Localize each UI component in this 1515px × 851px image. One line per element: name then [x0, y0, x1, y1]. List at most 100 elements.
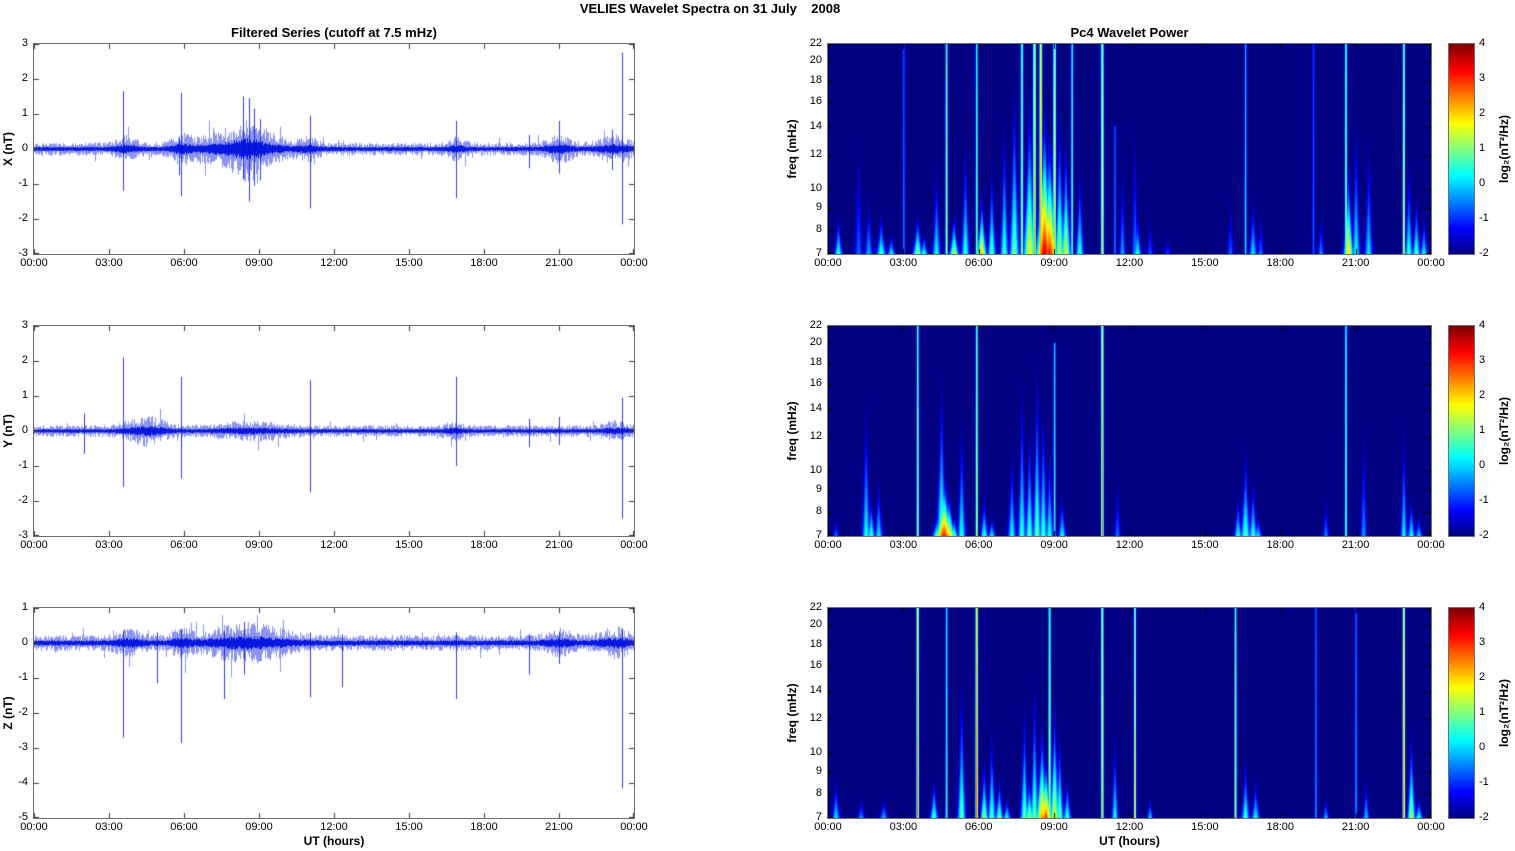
freq-tick-label: 14: [809, 683, 822, 696]
x-tick-label: 09:00: [1040, 539, 1068, 551]
x-tick-label: 03:00: [889, 821, 918, 833]
x-tick-label: 00:00: [1417, 539, 1445, 551]
colorbar-tick-label: 2: [1479, 107, 1486, 119]
colorbar-tick-label: -2: [1479, 529, 1489, 541]
panel-x-wavelet: Pc4 Wavelet Power freq (mHz) 00:00 03:00 0…: [785, 25, 1445, 269]
freq-tick-label: 16: [809, 377, 822, 390]
y-timeseries-canvas: [34, 326, 634, 536]
colorbar-tick-label: 3: [1479, 72, 1486, 84]
colorbar-tick-label: 1: [1479, 424, 1486, 436]
x-tick-label: 03:00: [95, 257, 123, 269]
x-tick-label: 12:00: [1115, 257, 1144, 269]
figure-title: VELIES Wavelet Spectra on 31 July 2008: [579, 1, 841, 16]
freq-tick-label: 14: [809, 401, 822, 414]
y-wavelet-heatmap-canvas: [828, 326, 1431, 536]
x-tick-label: 09:00: [245, 821, 273, 833]
x-wavelet-heatmap-canvas: [828, 44, 1431, 254]
y-tick-label: 1: [21, 601, 28, 613]
y-tick-label: 0: [21, 142, 28, 154]
x-tick-label: 06:00: [170, 539, 198, 551]
colorbar-tick-label: 1: [1479, 706, 1486, 718]
colorbar-tick-label: 0: [1479, 177, 1486, 189]
freq-tick-label: 8: [815, 504, 822, 517]
x-tick-label: 09:00: [245, 257, 273, 269]
x-tick-label: 00:00: [620, 257, 648, 269]
y-tick-label: -2: [18, 494, 28, 506]
panel-title-filtered-series: Filtered Series (cutoff at 7.5 mHz): [231, 25, 437, 40]
colorbar-tick-label: 3: [1479, 354, 1486, 366]
x-timeseries-canvas: [34, 44, 634, 254]
x-tick-label: 12:00: [320, 821, 348, 833]
freq-tick-label: 12: [809, 430, 822, 443]
freq-tick-label: 8: [815, 786, 822, 799]
x-tick-label: 18:00: [470, 257, 498, 269]
x-tick-label: 18:00: [1266, 539, 1295, 551]
colorbar-2: log₂(nT²/Hz) 4 3 2 1 0 -1 -2: [1448, 319, 1511, 541]
colorbar-label-1: log₂(nT²/Hz): [1497, 115, 1511, 183]
freq-tick-label: 20: [809, 618, 822, 631]
freq-tick-label: 10: [809, 463, 822, 476]
x-tick-label: 15:00: [395, 821, 423, 833]
freq-tick-label: 16: [809, 659, 822, 672]
x-axis-label-left: UT (hours): [303, 834, 365, 848]
colorbar-tick-label: 4: [1479, 601, 1486, 613]
y-tick-label: 3: [21, 319, 28, 331]
colorbar-tick-label: -2: [1479, 247, 1489, 259]
colorbar-tick-label: 3: [1479, 636, 1486, 648]
x-tick-label: 03:00: [95, 539, 123, 551]
panel-title-wavelet-power: Pc4 Wavelet Power: [1070, 25, 1189, 40]
x-tick-label: 18:00: [470, 821, 498, 833]
x-tick-label: 18:00: [1266, 821, 1295, 833]
y-tick-label: -1: [18, 671, 28, 683]
x-tick-label: 09:00: [1040, 257, 1068, 269]
y-tick-label: -4: [18, 776, 28, 788]
x-tick-label: 15:00: [395, 257, 423, 269]
panel-y-wavelet: freq (mHz) 00:00 03:00 06:00 09:00 12:00 15:0…: [785, 319, 1445, 551]
y-tick-label: -3: [18, 247, 28, 259]
x-tick-label: 15:00: [395, 539, 423, 551]
freq-tick-label: 14: [809, 119, 822, 132]
x-tick-label: 15:00: [1191, 539, 1219, 551]
freq-tick-label: 7: [815, 247, 822, 259]
panel-y-timeseries: Y (nT) 00:00 03:00 06:00 09:00 12:00 15:00 18:…: [1, 319, 648, 551]
freq-tick-label: 12: [809, 712, 822, 725]
colorbar-tick-label: 4: [1479, 319, 1486, 331]
y-tick-label: -5: [18, 811, 28, 823]
colorbar-gradient-2: [1449, 326, 1474, 536]
z-timeseries-canvas: [34, 608, 634, 818]
x-tick-label: 18:00: [470, 539, 498, 551]
freq-tick-label: 7: [815, 811, 822, 823]
x-tick-label: 21:00: [545, 539, 573, 551]
x-tick-label: 09:00: [1040, 821, 1068, 833]
y-tick-label: -2: [18, 212, 28, 224]
y-tick-label: 1: [21, 389, 28, 401]
figure: VELIES Wavelet Spectra on 31 July 2008 F…: [0, 0, 1515, 851]
freq-tick-label: 9: [815, 764, 822, 777]
y-tick-label: 0: [21, 636, 28, 648]
colorbar-tick-label: 2: [1479, 389, 1486, 401]
colorbar-gradient-3: [1449, 608, 1474, 818]
x-tick-label: 21:00: [545, 257, 573, 269]
x-tick-label: 21:00: [1341, 539, 1370, 551]
colorbar-tick-label: -1: [1479, 212, 1489, 224]
freq-tick-label: 20: [809, 336, 822, 349]
colorbar-label-3: log₂(nT²/Hz): [1497, 679, 1511, 747]
y-tick-label: 1: [21, 107, 28, 119]
freq-tick-label: 22: [809, 37, 822, 49]
panel-x-timeseries: Filtered Series (cutoff at 7.5 mHz) X (n…: [1, 25, 648, 269]
x-tick-label: 03:00: [889, 539, 918, 551]
y-tick-label: -1: [18, 459, 28, 471]
freq-tick-label: 16: [809, 95, 822, 108]
freq-tick-label: 20: [809, 54, 822, 67]
x-tick-label: 12:00: [320, 539, 348, 551]
x-axis-label-right: UT (hours): [1099, 834, 1160, 848]
y-tick-label: -2: [18, 706, 28, 718]
z-wavelet-heatmap-canvas: [828, 608, 1431, 818]
y-tick-label: -1: [18, 177, 28, 189]
freq-tick-label: 10: [809, 181, 822, 194]
x-tick-label: 00:00: [620, 539, 648, 551]
x-tick-label: 12:00: [320, 257, 348, 269]
colorbar-tick-label: 0: [1479, 741, 1486, 753]
freq-tick-label: 9: [815, 200, 822, 213]
freq-tick-label: 18: [809, 355, 822, 368]
